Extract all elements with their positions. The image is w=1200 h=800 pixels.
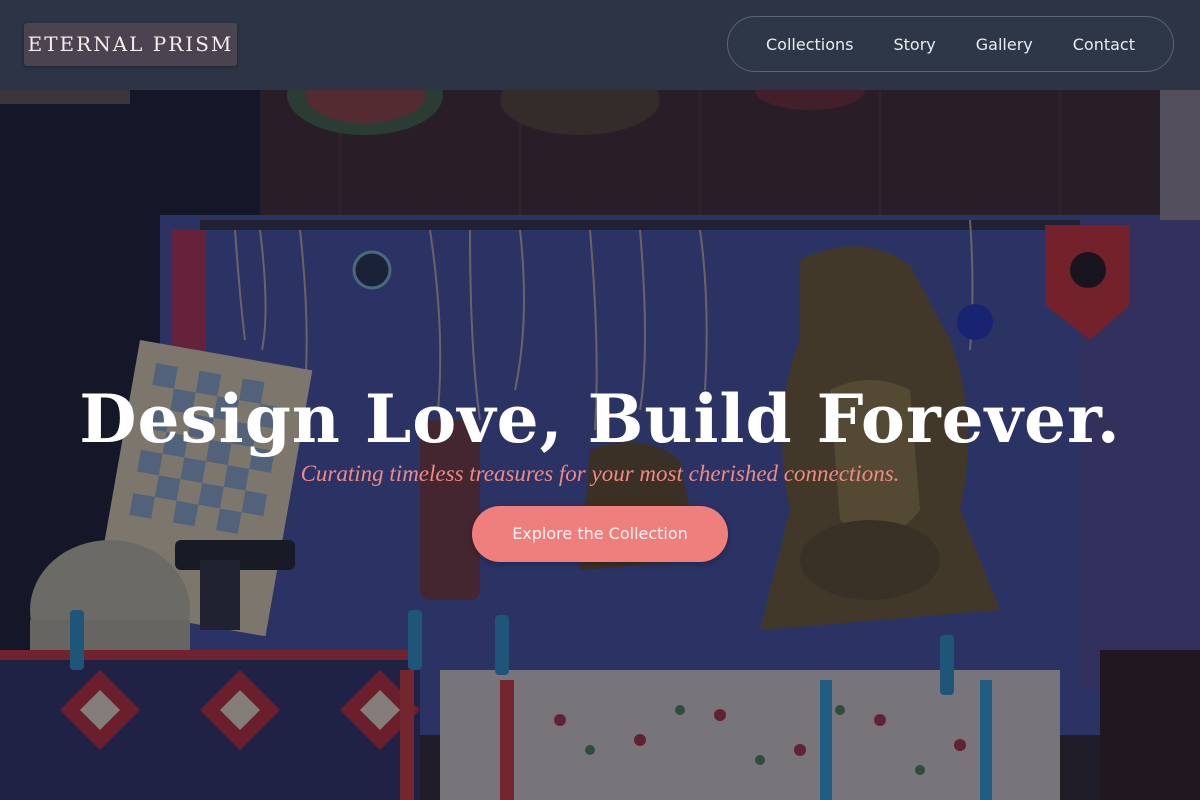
nav-item-contact[interactable]: Contact [1053,35,1155,54]
explore-collection-button[interactable]: Explore the Collection [472,506,728,562]
main-nav: Collections Story Gallery Contact [727,16,1174,72]
hero-title: Design Love, Build Forever. [79,380,1121,459]
nav-item-story[interactable]: Story [873,35,955,54]
hero-section: Design Love, Build Forever. Curating tim… [0,90,1200,800]
site-header: ETERNAL PRISM Collections Story Gallery … [0,0,1200,90]
nav-item-collections[interactable]: Collections [746,35,873,54]
landing-page: ETERNAL PRISM Collections Story Gallery … [0,0,1200,800]
brand-logo[interactable]: ETERNAL PRISM [24,23,237,66]
hero-subtitle: Curating timeless treasures for your mos… [300,461,900,486]
nav-item-gallery[interactable]: Gallery [956,35,1053,54]
